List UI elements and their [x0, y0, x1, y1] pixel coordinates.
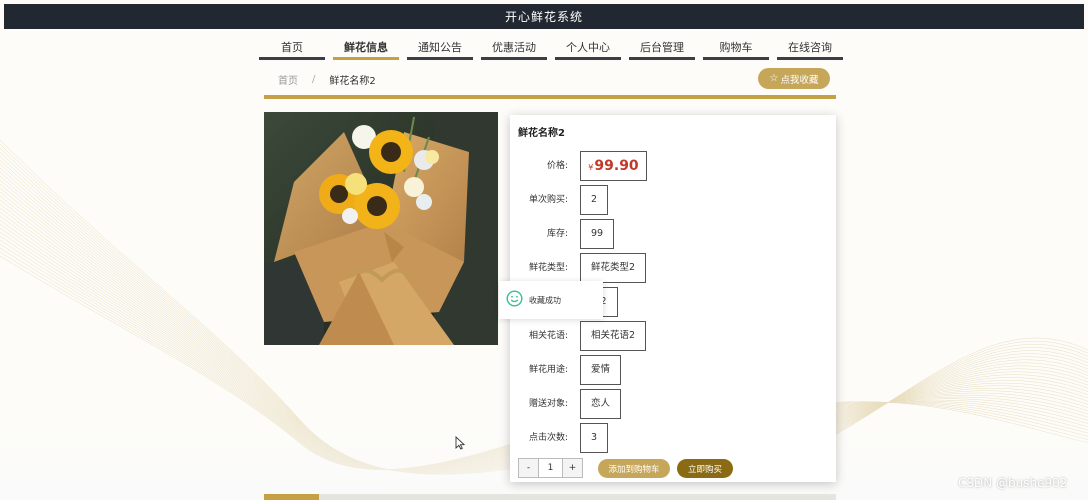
field-row: 库存: 99 — [510, 219, 836, 249]
field-value: 2 — [580, 185, 609, 215]
nav-item-cart[interactable]: 购物车 — [703, 36, 769, 60]
star-outline-icon: ☆ — [769, 73, 779, 84]
bottom-tab-strip — [264, 494, 836, 500]
toast-notification: 收藏成功 — [499, 281, 603, 319]
quantity-decrease-button[interactable]: - — [519, 459, 538, 477]
nav-item-notices[interactable]: 通知公告 — [407, 36, 473, 60]
field-label: 库存: — [546, 229, 568, 239]
field-value: 鲜花类型2 — [580, 253, 647, 283]
field-row: 单次购买: 2 — [510, 185, 836, 215]
nav-item-admin[interactable]: 后台管理 — [629, 36, 695, 60]
bottom-tab-active — [264, 494, 319, 500]
app-header: 开心鲜花系统 — [4, 4, 1084, 29]
nav-item-flower-info[interactable]: 鲜花信息 — [333, 36, 399, 60]
add-to-cart-button[interactable]: 添加到购物车 — [598, 459, 670, 478]
quantity-input[interactable]: 1 — [538, 459, 563, 477]
field-value: 3 — [580, 423, 609, 453]
field-row: 鲜花类型: 鲜花类型2 — [510, 253, 836, 283]
main-nav: 首页 鲜花信息 通知公告 优惠活动 个人中心 后台管理 购物车 在线咨询 — [259, 36, 843, 62]
field-label: 单次购买: — [528, 195, 568, 205]
price-amount: 99.90 — [594, 158, 639, 174]
favorite-button-label: 点我收藏 — [780, 74, 819, 86]
price-label: 价格: — [546, 161, 568, 171]
quantity-stepper: - 1 + — [518, 458, 583, 478]
field-label: 鲜花类型: — [528, 263, 568, 273]
nav-item-home[interactable]: 首页 — [259, 36, 325, 60]
field-row: 相关花语: 相关花语2 — [510, 321, 836, 351]
field-label: 相关花语: — [528, 331, 568, 341]
mouse-cursor-icon — [455, 435, 466, 454]
field-value: 相关花语2 — [580, 321, 647, 351]
section-divider — [264, 95, 836, 99]
field-value: 爱情 — [580, 355, 622, 385]
price-value: ¥ 99.90 — [580, 151, 647, 181]
watermark: CSDN @bushe902 — [958, 476, 1068, 490]
breadcrumb-current: 鲜花名称2 — [329, 75, 376, 87]
product-image — [264, 112, 498, 345]
currency-symbol: ¥ — [588, 163, 594, 172]
product-name: 鲜花名称2 — [518, 128, 565, 139]
buy-now-button[interactable]: 立即购买 — [677, 459, 733, 478]
field-label: 赠送对象: — [528, 399, 568, 409]
breadcrumb: 首页 / 鲜花名称2 — [278, 72, 376, 87]
field-value: 99 — [580, 219, 615, 249]
field-value: 恋人 — [580, 389, 622, 419]
favorite-button[interactable]: ☆ 点我收藏 — [758, 68, 830, 89]
quantity-increase-button[interactable]: + — [563, 459, 582, 477]
field-row: 鲜花用途: 爱情 — [510, 355, 836, 385]
toast-message: 收藏成功 — [529, 295, 561, 305]
field-row: 点击次数: 3 — [510, 423, 836, 453]
price-row: 价格: ¥ 99.90 — [510, 151, 836, 181]
nav-item-online-consult[interactable]: 在线咨询 — [777, 36, 843, 60]
field-row: 赠送对象: 恋人 — [510, 389, 836, 419]
nav-item-personal-center[interactable]: 个人中心 — [555, 36, 621, 60]
smile-success-icon — [506, 289, 523, 311]
app-title: 开心鲜花系统 — [504, 10, 583, 24]
breadcrumb-home[interactable]: 首页 — [278, 72, 298, 87]
field-label: 点击次数: — [528, 433, 568, 443]
breadcrumb-separator: / — [312, 73, 316, 85]
field-label: 鲜花用途: — [528, 365, 568, 375]
nav-item-promotions[interactable]: 优惠活动 — [481, 36, 547, 60]
